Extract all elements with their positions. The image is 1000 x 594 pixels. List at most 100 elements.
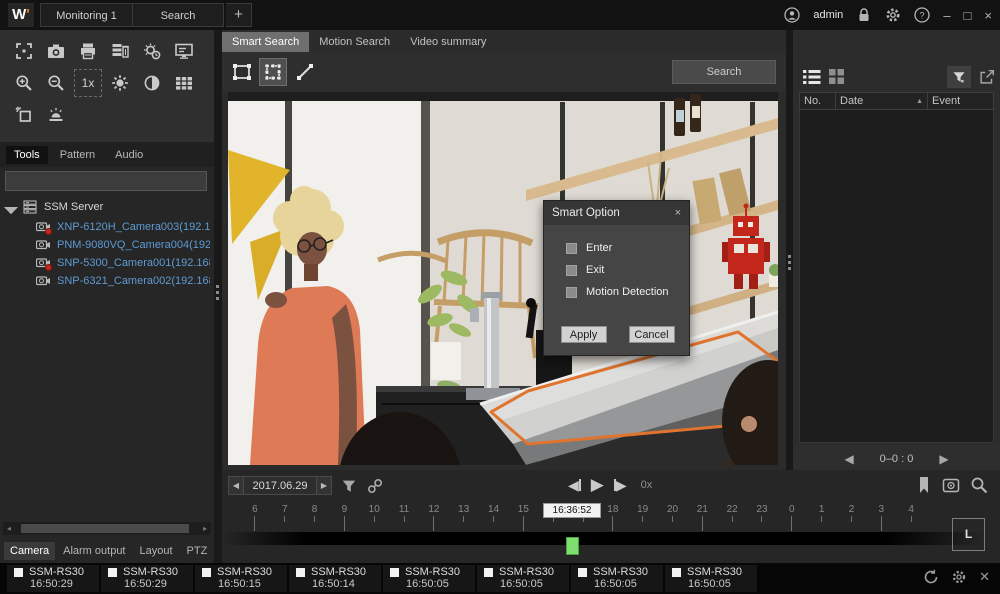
thumbnail-checkbox[interactable] <box>202 568 211 577</box>
settings-gear-icon[interactable] <box>885 7 901 23</box>
search-mode-tab[interactable]: Video summary <box>400 32 496 52</box>
dialog-titlebar[interactable]: Smart Option × <box>544 201 689 225</box>
tree-expand-arrow-icon[interactable] <box>4 200 18 214</box>
apply-button[interactable]: Apply <box>561 326 607 343</box>
search-button[interactable]: Search <box>672 60 776 84</box>
recorded-data-band[interactable] <box>222 532 992 545</box>
tree-horizontal-scrollbar[interactable]: ◂ ▸ <box>3 522 211 535</box>
camera-tree-item[interactable]: XNP-6120H_Camera003(192.168.1. <box>0 218 210 236</box>
column-date[interactable]: Date▲ <box>836 93 928 109</box>
step-back-icon[interactable]: ◀ <box>568 477 581 494</box>
backup-delete-icon[interactable] <box>106 37 134 65</box>
tree-root-ssm-server[interactable]: SSM Server <box>0 196 210 218</box>
bottom-tab[interactable]: Camera <box>4 542 55 560</box>
thumbnail-checkbox[interactable] <box>390 568 399 577</box>
live-button[interactable]: L <box>952 518 985 551</box>
scroll-left-arrow-icon[interactable]: ◂ <box>3 524 15 533</box>
dialog-close-icon[interactable]: × <box>675 207 681 219</box>
zoom-out-icon[interactable] <box>42 69 70 97</box>
zoom-in-icon[interactable] <box>10 69 38 97</box>
settings-gear-icon[interactable] <box>951 569 967 585</box>
left-panel-tab[interactable]: Pattern <box>52 146 103 164</box>
search-mode-tab[interactable]: Smart Search <box>222 32 309 52</box>
column-no[interactable]: No. <box>800 93 836 109</box>
scrollbar-thumb[interactable] <box>21 524 189 533</box>
result-thumbnail-cell[interactable]: SSM-RS30 16:50:05 <box>571 565 663 592</box>
filter-icon[interactable] <box>340 477 358 495</box>
step-forward-icon[interactable]: ▶ <box>614 477 627 494</box>
event-alarm-icon[interactable] <box>138 37 166 65</box>
grid-layout-icon[interactable] <box>170 69 198 97</box>
play-icon[interactable]: ▶ <box>591 475 604 495</box>
page-prev-icon[interactable]: ◀ <box>844 452 853 466</box>
result-thumbnail-cell[interactable]: SSM-RS30 16:50:05 <box>383 565 475 592</box>
bottom-tab[interactable]: Alarm output <box>57 542 131 560</box>
area-select-icon[interactable] <box>10 101 38 129</box>
thumbnail-checkbox[interactable] <box>296 568 305 577</box>
checkbox[interactable] <box>566 265 577 276</box>
search-mode-tab[interactable]: Motion Search <box>309 32 400 52</box>
left-splitter[interactable] <box>214 30 222 563</box>
workspace-tab[interactable]: Monitoring 1 <box>40 3 132 27</box>
page-next-icon[interactable]: ▶ <box>939 452 948 466</box>
print-icon[interactable] <box>74 37 102 65</box>
next-date-icon[interactable]: ▶ <box>316 476 332 495</box>
column-event[interactable]: Event <box>928 93 993 109</box>
thumbnail-checkbox[interactable] <box>578 568 587 577</box>
search-magnifier-icon[interactable] <box>970 476 988 494</box>
minimize-button[interactable]: – <box>943 8 950 23</box>
thumbnail-checkbox[interactable] <box>14 568 23 577</box>
original-size-1x-button[interactable]: 1x <box>74 69 102 97</box>
camera-tree-item[interactable]: PNM-9080VQ_Camera004(192.168 <box>0 236 210 254</box>
expand-screen-icon[interactable] <box>10 37 38 65</box>
left-panel-tab[interactable]: Audio <box>107 146 151 164</box>
lock-icon[interactable] <box>856 7 872 23</box>
result-thumbnail-cell[interactable]: SSM-RS30 16:50:15 <box>195 565 287 592</box>
dashed-roi-icon[interactable] <box>259 58 287 86</box>
checkbox[interactable] <box>566 243 577 254</box>
result-thumbnail-cell[interactable]: SSM-RS30 16:50:05 <box>477 565 569 592</box>
checkbox[interactable] <box>566 287 577 298</box>
close-icon[interactable]: ✕ <box>979 569 990 585</box>
rect-roi-icon[interactable] <box>228 58 256 86</box>
capture-camera-icon[interactable] <box>42 37 70 65</box>
add-tab-button[interactable]: + <box>226 3 252 27</box>
help-icon[interactable]: ? <box>914 7 930 23</box>
bottom-tab[interactable]: Layout <box>134 542 179 560</box>
thumbnail-checkbox[interactable] <box>484 568 493 577</box>
refresh-icon[interactable] <box>923 569 939 585</box>
brightness-icon[interactable] <box>106 69 134 97</box>
link-icon[interactable] <box>366 477 384 495</box>
left-panel-tab[interactable]: Tools <box>6 146 48 164</box>
workspace-tab[interactable]: Search <box>132 3 224 27</box>
camera-tree-item[interactable]: SNP-6321_Camera002(192.168.1.1 <box>0 272 210 290</box>
bottom-tab[interactable]: PTZ <box>181 542 214 560</box>
result-thumbnail-cell[interactable]: SSM-RS30 16:50:29 <box>7 565 99 592</box>
current-date[interactable]: 2017.06.29 <box>244 476 316 495</box>
capture-icon[interactable] <box>942 476 960 494</box>
result-thumbnail-cell[interactable]: SSM-RS30 16:50:14 <box>289 565 381 592</box>
maximize-button[interactable]: □ <box>964 8 972 23</box>
result-thumbnail-cell[interactable]: SSM-RS30 16:50:05 <box>665 565 757 592</box>
osd-monitor-icon[interactable] <box>170 37 198 65</box>
filter-icon[interactable] <box>947 66 971 88</box>
list-view-icon[interactable] <box>802 68 822 86</box>
bookmark-icon[interactable] <box>916 476 932 494</box>
line-roi-icon[interactable] <box>291 58 319 86</box>
result-thumbnail-cell[interactable]: SSM-RS30 16:50:29 <box>101 565 193 592</box>
camera-search-input[interactable] <box>5 171 207 191</box>
alarm-lamp-icon[interactable] <box>42 101 70 129</box>
cancel-button[interactable]: Cancel <box>629 326 675 343</box>
export-icon[interactable] <box>978 68 996 86</box>
thumbnail-checkbox[interactable] <box>108 568 117 577</box>
camera-tree-item[interactable]: SNP-5300_Camera001(192.168.10 <box>0 254 210 272</box>
prev-date-icon[interactable]: ◀ <box>228 476 244 495</box>
grid-view-icon[interactable] <box>828 68 845 85</box>
close-button[interactable]: × <box>984 8 992 23</box>
video-frame[interactable]: Smart Option × Enter Exit <box>228 92 778 465</box>
contrast-icon[interactable] <box>138 69 166 97</box>
thumbnail-checkbox[interactable] <box>672 568 681 577</box>
scroll-right-arrow-icon[interactable]: ▸ <box>199 524 211 533</box>
timeline-position-marker[interactable] <box>566 537 579 555</box>
event-table-body[interactable] <box>799 110 994 443</box>
